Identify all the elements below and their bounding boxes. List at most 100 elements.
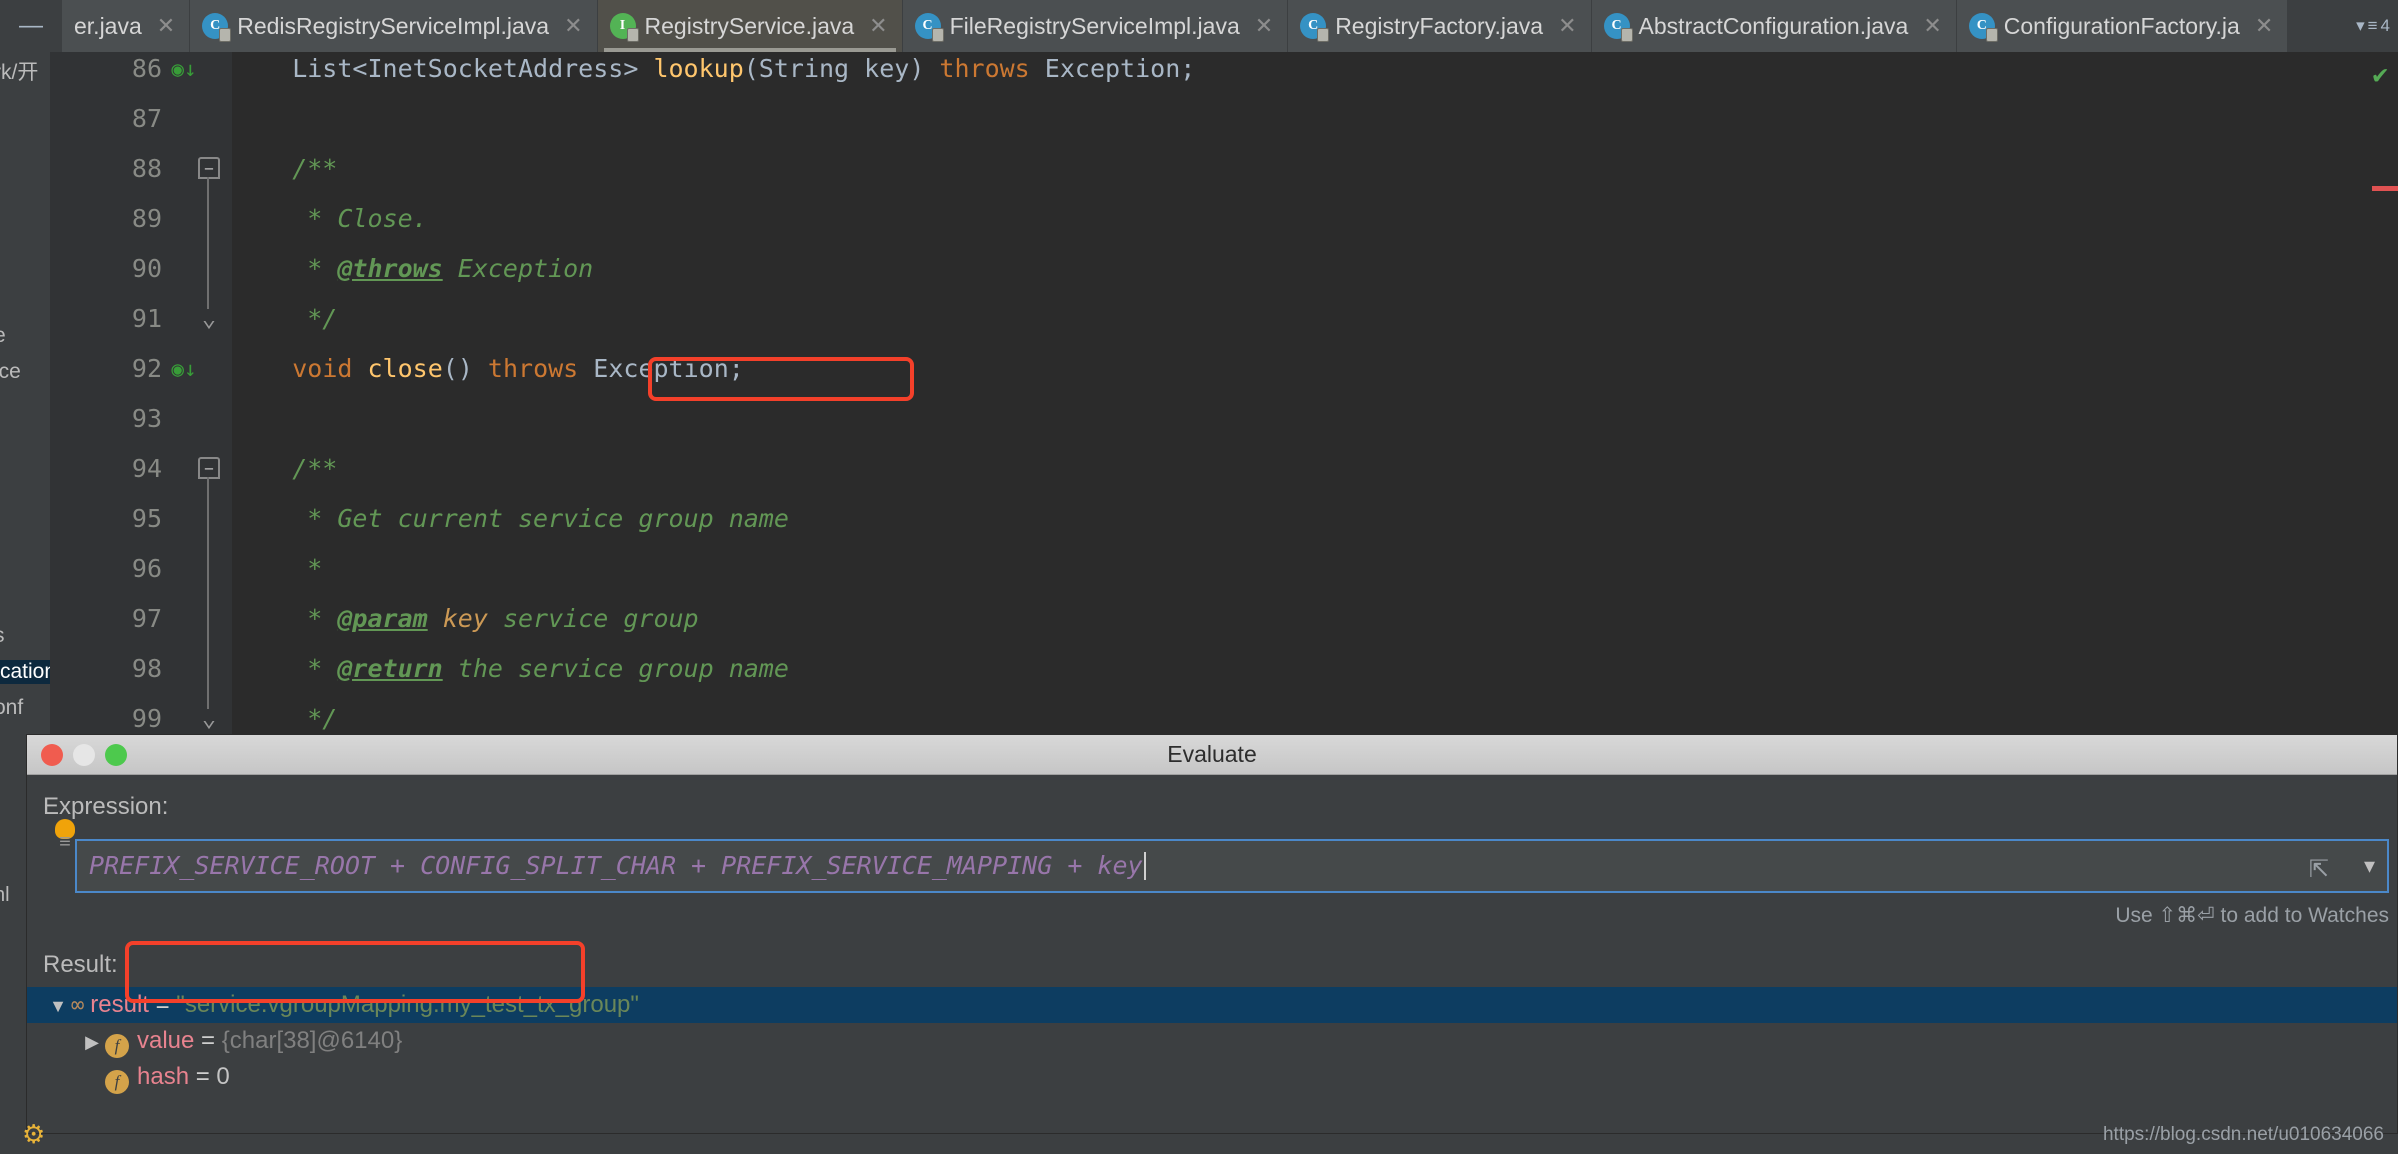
project-tree-item-2[interactable]: ice bbox=[0, 360, 21, 384]
minimize-icon[interactable] bbox=[73, 743, 95, 766]
editor-line[interactable]: 91 */ bbox=[50, 294, 2398, 344]
expression-label: Expression: bbox=[43, 793, 169, 820]
line-code: * @return the service group name bbox=[232, 644, 789, 694]
tab-overflow-button[interactable]: ▾ ≡ 4 bbox=[2348, 0, 2398, 52]
tab-close-icon[interactable]: ✕ bbox=[2255, 13, 2273, 39]
result-variable-value: {char[38]@6140} bbox=[221, 1027, 403, 1054]
result-tree-row[interactable]: f hash = 0 bbox=[27, 1059, 2397, 1095]
line-number: 91 bbox=[131, 304, 162, 333]
code-token: key bbox=[427, 604, 488, 633]
code-token: close bbox=[367, 354, 443, 383]
editor-line[interactable]: 86 ◉↓ List<InetSocketAddress> lookup(Stri… bbox=[50, 52, 2398, 94]
editor-tab-5[interactable]: C AbstractConfiguration.java ✕ bbox=[1591, 0, 1957, 52]
editor-tab-0[interactable]: er.java ✕ bbox=[62, 0, 191, 52]
editor-line[interactable]: 96 * bbox=[50, 544, 2398, 594]
line-number: 90 bbox=[131, 254, 162, 283]
java-class-icon: C bbox=[1603, 13, 1633, 42]
implemented-method-icon[interactable]: ◉↓ bbox=[170, 52, 198, 94]
tab-close-icon[interactable]: ✕ bbox=[1255, 13, 1273, 39]
result-tree-row[interactable]: ▼ ∞ result = "service.vgroupMapping.my_tes… bbox=[27, 987, 2397, 1023]
field-icon: f bbox=[105, 1034, 129, 1058]
editor-line[interactable]: 88 /** bbox=[50, 144, 2398, 194]
tab-close-icon[interactable]: ✕ bbox=[157, 13, 175, 39]
code-token: Exception bbox=[442, 254, 594, 283]
project-tree-item-1[interactable]: e bbox=[0, 324, 6, 348]
line-code: /** bbox=[232, 444, 337, 494]
editor-line[interactable]: 90 * @throws Exception bbox=[50, 244, 2398, 294]
fold-start-icon[interactable]: − bbox=[198, 457, 220, 479]
line-number: 97 bbox=[131, 604, 162, 633]
tab-close-icon[interactable]: ✕ bbox=[1558, 13, 1576, 39]
project-tree-item-0[interactable]: rk/开 bbox=[0, 56, 38, 86]
editor-tab-1[interactable]: C RedisRegistryServiceImpl.java ✕ bbox=[190, 0, 598, 52]
fold-end-icon[interactable]: ⌄ bbox=[198, 704, 220, 732]
project-tool-window-sliver[interactable]: rk/开 e ice s cation onf bbox=[0, 52, 50, 734]
editor-line[interactable]: 89 * Close. bbox=[50, 194, 2398, 244]
tab-close-icon[interactable]: ✕ bbox=[564, 13, 582, 39]
line-code: List<InetSocketAddress> lookup(String ke… bbox=[232, 52, 1195, 94]
editor-line[interactable]: 98 * @return the service group name bbox=[50, 644, 2398, 694]
editor-tab-label: RegistryFactory.java bbox=[1335, 12, 1544, 39]
code-token: */ bbox=[232, 304, 338, 333]
dialog-title-bar[interactable]: Evaluate bbox=[27, 735, 2397, 775]
result-tree-row[interactable]: ▶ f value = {char[38]@6140} bbox=[27, 1023, 2397, 1059]
expression-value-text: PREFIX_SERVICE_ROOT + CONFIG_SPLIT_CHAR … bbox=[89, 851, 1143, 880]
editor-line[interactable]: 97 * @param key service group bbox=[50, 594, 2398, 644]
editor-tab-6[interactable]: C ConfigurationFactory.ja ✕ bbox=[1956, 0, 2289, 52]
tab-close-icon[interactable]: ✕ bbox=[1923, 13, 1941, 39]
editor-line[interactable]: 87 bbox=[50, 94, 2398, 144]
chevron-down-icon[interactable]: ▾ bbox=[2364, 853, 2375, 879]
triangle-right-icon[interactable]: ▶ bbox=[79, 1024, 105, 1060]
maximize-icon[interactable] bbox=[105, 743, 127, 766]
editor-tab-2[interactable]: I RegistryService.java ✕ bbox=[597, 0, 903, 52]
editor-line[interactable]: 94 /** bbox=[50, 444, 2398, 494]
code-token: Exception; bbox=[578, 354, 744, 383]
code-token: * bbox=[232, 604, 338, 633]
equals-sign: = bbox=[189, 1063, 217, 1090]
line-number: 87 bbox=[131, 104, 162, 133]
editor-line[interactable]: 92 ◉↓ void close() throws Exception; bbox=[50, 344, 2398, 394]
project-tree-item-3[interactable]: s bbox=[0, 624, 5, 648]
fold-start-icon[interactable]: − bbox=[198, 157, 220, 179]
result-label: Result: bbox=[43, 951, 118, 978]
fold-end-icon[interactable]: ⌄ bbox=[198, 304, 220, 332]
triangle-down-icon[interactable]: ▼ bbox=[45, 988, 71, 1024]
project-tree-item-4[interactable]: cation bbox=[0, 660, 50, 684]
text-caret bbox=[1143, 852, 1146, 880]
editor-tab-label: er.java bbox=[74, 12, 142, 39]
editor-line[interactable]: 93 bbox=[50, 394, 2398, 444]
object-reference-icon: ∞ bbox=[71, 993, 85, 1018]
code-token: (String key) bbox=[743, 54, 940, 83]
result-variable-name: value bbox=[137, 1027, 195, 1054]
code-token: Exception; bbox=[1029, 54, 1196, 83]
project-tree-item-5[interactable]: onf bbox=[0, 696, 23, 720]
editor-tab-3[interactable]: C FileRegistryServiceImpl.java ✕ bbox=[902, 0, 1289, 52]
code-token: lookup bbox=[653, 54, 744, 83]
window-controls[interactable] bbox=[41, 743, 127, 766]
tab-overflow-count: 4 bbox=[2380, 16, 2390, 35]
result-tree[interactable]: ▼ ∞ result = "service.vgroupMapping.my_tes… bbox=[27, 987, 2397, 1133]
expand-diagonal-icon[interactable]: ⇱ bbox=[2309, 855, 2329, 884]
implemented-method-icon[interactable]: ◉↓ bbox=[170, 344, 198, 394]
watermark-url: https://blog.csdn.net/u010634066 bbox=[2102, 1124, 2384, 1145]
expression-input[interactable]: PREFIX_SERVICE_ROOT + CONFIG_SPLIT_CHAR … bbox=[75, 839, 2389, 893]
editor-tab-4[interactable]: C RegistryFactory.java ✕ bbox=[1288, 0, 1592, 52]
code-token: @return bbox=[337, 654, 443, 683]
code-token: throws bbox=[939, 54, 1030, 83]
line-number: 89 bbox=[131, 204, 162, 233]
fold-region-line bbox=[207, 477, 209, 709]
editor-line[interactable]: 95 * Get current service group name bbox=[50, 494, 2398, 544]
tab-close-icon[interactable]: ✕ bbox=[869, 13, 887, 39]
result-variable-name: hash bbox=[137, 1063, 190, 1090]
watch-hint-text: Use ⇧⌘⏎ to add to Watches bbox=[2115, 904, 2389, 927]
editor-line[interactable]: 99 */ bbox=[50, 694, 2398, 734]
editor-tab-label: FileRegistryServiceImpl.java bbox=[949, 12, 1240, 39]
error-stripe-mark[interactable] bbox=[2372, 186, 2398, 191]
code-editor[interactable]: 86 ◉↓ List<InetSocketAddress> lookup(Stri… bbox=[50, 52, 2398, 734]
close-icon[interactable] bbox=[41, 743, 63, 766]
collapse-icon[interactable]: — bbox=[0, 0, 62, 52]
inspection-ok-icon: ✔ bbox=[2372, 60, 2388, 90]
dialog-body: Expression: ≡ PREFIX_SERVICE_ROOT + CONF… bbox=[27, 775, 2397, 1133]
line-code: void close() throws Exception; bbox=[232, 344, 744, 394]
